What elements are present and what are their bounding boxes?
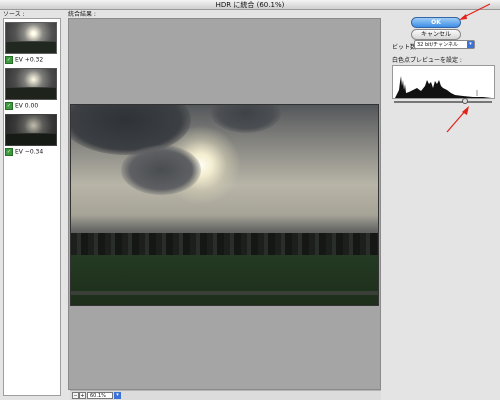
source-thumbnail-3[interactable] (5, 114, 57, 146)
window-title: HDR に統合 (60.1%) (0, 0, 500, 10)
cancel-button[interactable]: キャンセル (411, 29, 461, 40)
source-checkbox-2[interactable]: ✓ (5, 102, 13, 110)
status-bar: − + 60.1% ▾ (70, 390, 381, 400)
white-point-slider-track[interactable] (394, 101, 492, 103)
zoom-level-field[interactable]: 60.1% (87, 392, 113, 399)
zoom-dropdown-icon[interactable]: ▾ (114, 392, 121, 399)
ok-button[interactable]: OK (411, 17, 461, 28)
thumbnail-ground (6, 134, 56, 145)
source-ev-label-1: EV +0.32 (15, 56, 44, 64)
zoom-in-button[interactable]: + (79, 392, 86, 399)
treeline (71, 233, 378, 255)
road (71, 291, 378, 295)
cloud (211, 105, 281, 133)
cloud (121, 145, 201, 195)
zoom-out-button[interactable]: − (72, 392, 79, 399)
source-checkbox-1[interactable]: ✓ (5, 56, 13, 64)
source-thumbnail-1[interactable] (5, 22, 57, 54)
source-row-2: ✓ EV 0.00 (5, 102, 38, 110)
source-row-1: ✓ EV +0.32 (5, 56, 43, 64)
source-thumbnail-2[interactable] (5, 68, 57, 100)
source-ev-label-3: EV −0.34 (15, 148, 44, 156)
histogram-graph (395, 76, 492, 98)
field (71, 255, 378, 305)
bit-depth-select[interactable]: 32 bit/チャンネル ▾ (414, 40, 475, 49)
hdr-preview-image (70, 104, 379, 306)
source-label: ソース : (3, 11, 25, 18)
histogram (392, 65, 495, 99)
source-ev-label-2: EV 0.00 (15, 102, 39, 110)
source-row-3: ✓ EV −0.34 (5, 148, 43, 156)
thumbnail-ground (6, 42, 56, 53)
white-point-label: 白色点プレビューを設定 : (392, 57, 462, 64)
bit-depth-value: 32 bit/チャンネル (417, 42, 459, 48)
annotation-arrow-icon (446, 106, 469, 133)
preview-label: 統合結果 : (68, 11, 96, 18)
annotation-arrow-icon (459, 3, 491, 20)
thumbnail-ground (6, 88, 56, 99)
chevron-down-icon: ▾ (467, 41, 474, 48)
source-checkbox-3[interactable]: ✓ (5, 148, 13, 156)
